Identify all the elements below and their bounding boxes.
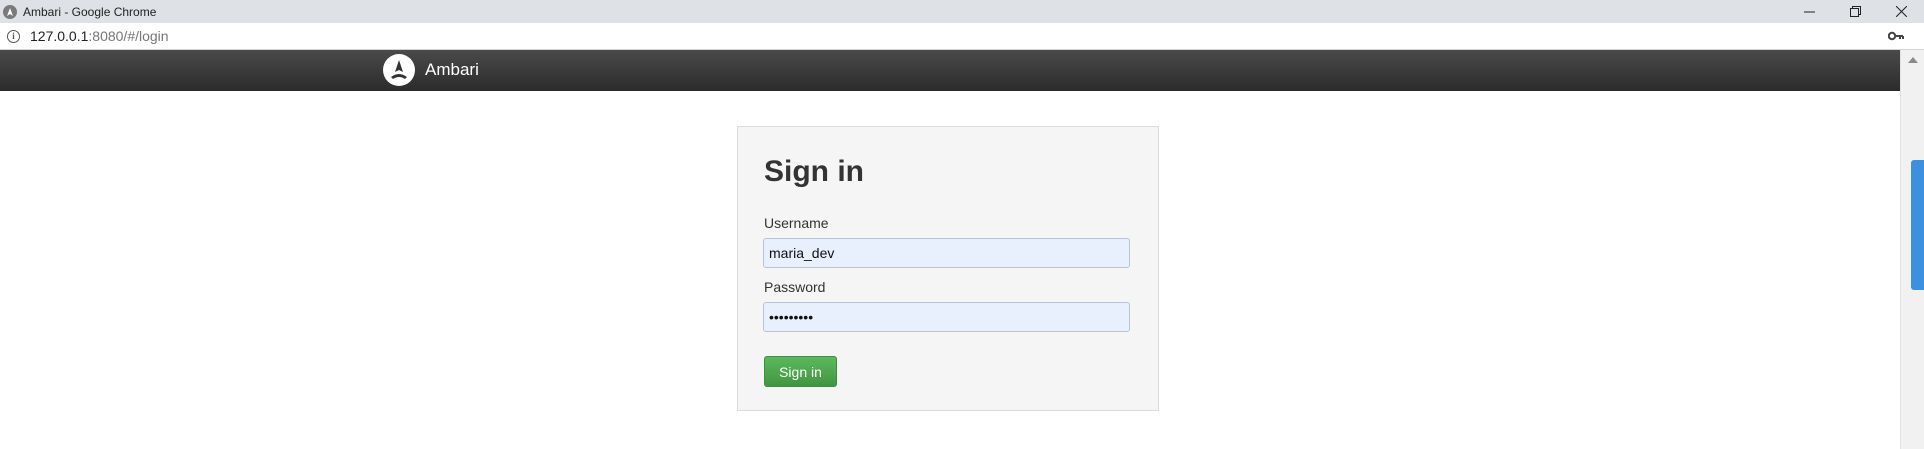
close-icon bbox=[1895, 6, 1907, 17]
minimize-button[interactable] bbox=[1786, 0, 1832, 23]
address-bar[interactable]: i 127.0.0.1:8080/#/login bbox=[0, 23, 1924, 50]
brand-link[interactable]: Ambari bbox=[383, 54, 479, 86]
login-card: Sign in Username Password Sign in bbox=[737, 126, 1159, 411]
key-icon[interactable] bbox=[1888, 30, 1904, 42]
username-field[interactable] bbox=[763, 238, 1130, 268]
page-title: Sign in bbox=[764, 155, 864, 188]
close-button[interactable] bbox=[1878, 0, 1924, 23]
username-label: Username bbox=[764, 215, 829, 231]
page-scrollbar[interactable] bbox=[1900, 50, 1924, 449]
app-name: Ambari bbox=[425, 60, 479, 79]
password-field[interactable] bbox=[763, 302, 1130, 332]
ambari-favicon-icon bbox=[3, 4, 17, 19]
restore-icon bbox=[1849, 6, 1861, 17]
url-path: :8080/#/login bbox=[88, 28, 169, 44]
window-controls bbox=[1786, 0, 1924, 23]
url-text[interactable]: 127.0.0.1:8080/#/login bbox=[30, 28, 169, 44]
window-titlebar: Ambari - Google Chrome bbox=[0, 0, 1924, 23]
sign-in-button[interactable]: Sign in bbox=[764, 356, 837, 387]
ambari-logo-icon bbox=[383, 54, 415, 86]
restore-button[interactable] bbox=[1832, 0, 1878, 23]
password-label: Password bbox=[764, 279, 826, 295]
scroll-up-arrow-icon[interactable] bbox=[1908, 57, 1918, 63]
url-host: 127.0.0.1 bbox=[30, 28, 89, 44]
app-navbar: Ambari bbox=[0, 50, 1900, 91]
info-icon[interactable]: i bbox=[7, 29, 20, 43]
minimize-icon bbox=[1803, 11, 1815, 13]
scrollbar-thumb[interactable] bbox=[1911, 160, 1924, 290]
window-title: Ambari - Google Chrome bbox=[23, 4, 157, 19]
